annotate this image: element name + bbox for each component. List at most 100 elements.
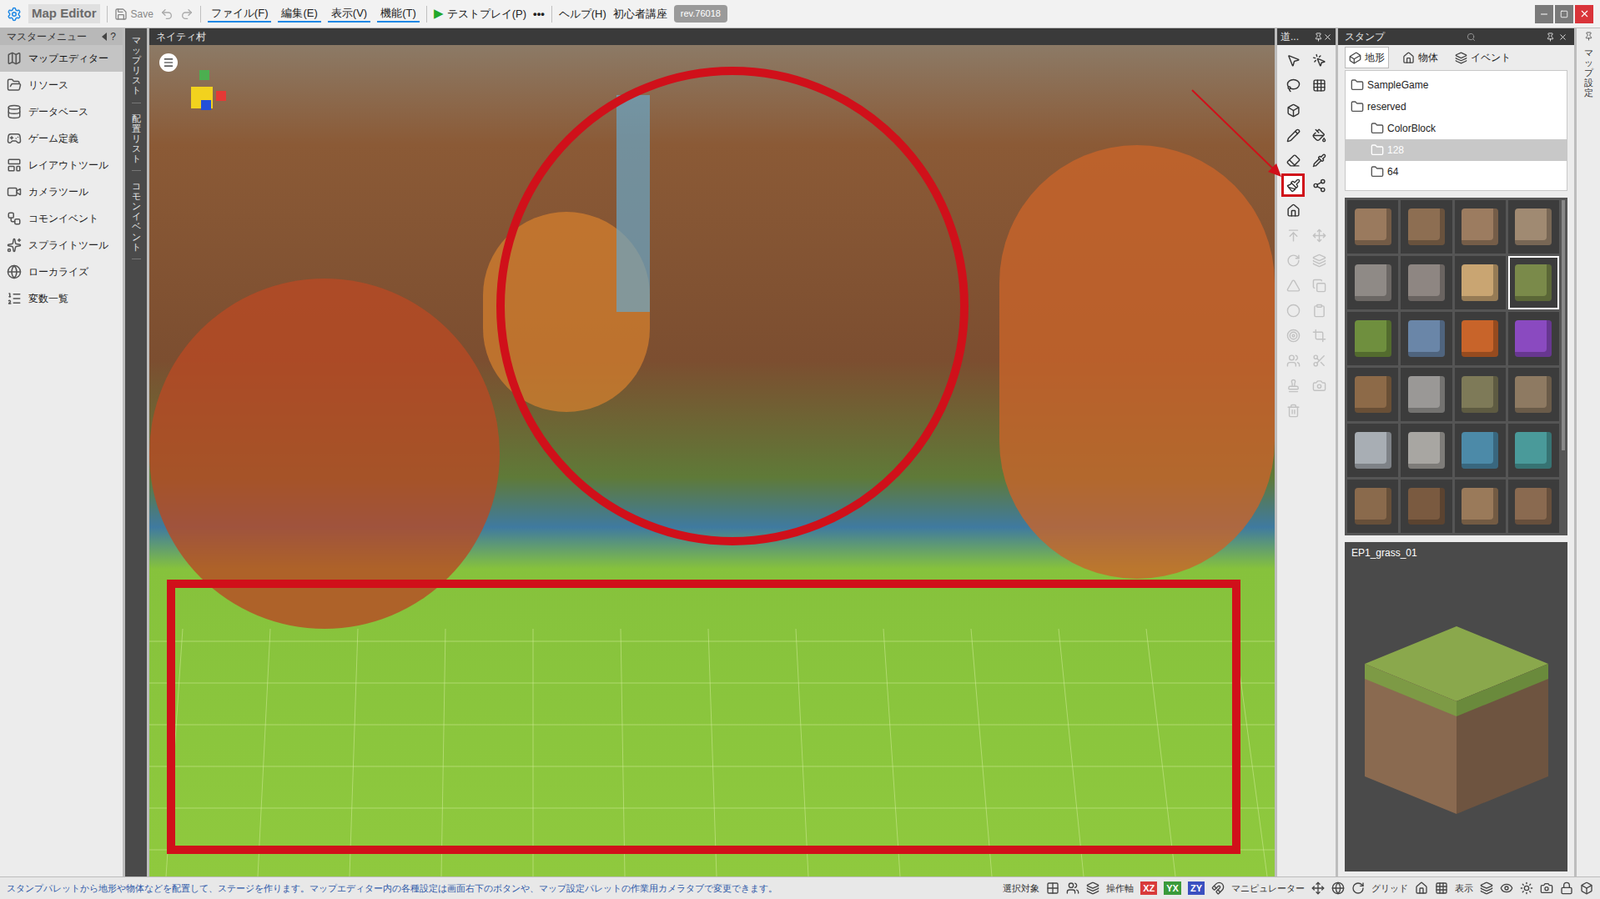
tile-swatch[interactable]: [1400, 423, 1452, 478]
palette-scrollbar[interactable]: [1561, 200, 1565, 451]
tile-swatch[interactable]: [1400, 367, 1452, 422]
select-object-icon[interactable]: [1066, 881, 1080, 896]
side-tab[interactable]: コモンイベント: [131, 181, 141, 260]
menu-item[interactable]: 表示(V): [327, 5, 371, 24]
master-menu-item[interactable]: マップエディター: [0, 45, 123, 72]
axis-button[interactable]: YX: [1163, 881, 1182, 896]
undo-icon[interactable]: [160, 7, 174, 21]
tile-swatch[interactable]: [1454, 367, 1506, 422]
axis-button[interactable]: XZ: [1140, 881, 1158, 896]
tool-button[interactable]: [1307, 273, 1331, 297]
select-terrain-icon[interactable]: [1046, 881, 1060, 896]
eye-icon[interactable]: [1499, 881, 1514, 896]
tile-swatch[interactable]: [1508, 256, 1560, 310]
tool-button[interactable]: [1281, 373, 1305, 398]
tool-button[interactable]: [1281, 223, 1305, 247]
collapse-icon[interactable]: [101, 32, 107, 41]
side-tab[interactable]: マップリスト: [131, 35, 141, 104]
tile-swatch[interactable]: [1347, 200, 1399, 254]
redo-icon[interactable]: [180, 7, 194, 21]
tree-item[interactable]: reserved: [1345, 95, 1567, 118]
tool-button[interactable]: [1307, 148, 1331, 172]
tool-button[interactable]: [1307, 248, 1331, 272]
view-menu-button[interactable]: [159, 53, 178, 72]
globe-icon[interactable]: [1331, 881, 1345, 896]
tile-swatch[interactable]: [1347, 423, 1399, 478]
tile-swatch[interactable]: [1454, 479, 1506, 534]
axis-gizmo[interactable]: [182, 70, 233, 121]
tool-button[interactable]: [1281, 348, 1305, 373]
master-menu-item[interactable]: リソース: [0, 71, 123, 99]
tree-item[interactable]: ColorBlock: [1345, 117, 1567, 140]
tool-button[interactable]: [1307, 173, 1331, 197]
sun-icon[interactable]: [1519, 881, 1534, 896]
manipulator-icon[interactable]: [1211, 881, 1225, 896]
test-play-button[interactable]: ▶テストプレイ(P): [433, 4, 527, 24]
grid-icon[interactable]: [1434, 881, 1449, 896]
tool-button[interactable]: [1307, 48, 1331, 72]
pin-icon[interactable]: [1313, 32, 1324, 42]
tile-swatch[interactable]: [1400, 200, 1452, 254]
tile-swatch[interactable]: [1347, 367, 1399, 422]
tool-button[interactable]: [1281, 248, 1305, 272]
master-menu-item[interactable]: スプライトツール: [0, 231, 123, 259]
more-button[interactable]: •••: [533, 5, 545, 23]
tile-swatch[interactable]: [1400, 256, 1452, 310]
tool-button[interactable]: [1281, 298, 1305, 323]
tree-item[interactable]: SampleGame: [1345, 74, 1567, 96]
tool-button[interactable]: [1307, 223, 1331, 247]
close-icon[interactable]: [1323, 32, 1333, 42]
tool-button[interactable]: [1281, 148, 1305, 172]
axis-button[interactable]: ZY: [1187, 881, 1205, 896]
tool-button[interactable]: [1281, 123, 1305, 147]
map-settings-tab[interactable]: マップ設定: [1584, 47, 1594, 98]
scene-view[interactable]: [149, 45, 1275, 877]
master-menu-item[interactable]: ゲーム定義: [0, 125, 123, 152]
help-button[interactable]: ?: [110, 29, 116, 45]
lock-icon[interactable]: [1559, 881, 1574, 896]
tile-swatch[interactable]: [1454, 311, 1506, 366]
tile-swatch[interactable]: [1454, 256, 1506, 310]
tool-button[interactable]: [1281, 98, 1305, 122]
tile-swatch[interactable]: [1508, 479, 1560, 534]
pin-icon[interactable]: [1545, 32, 1555, 42]
rotate-icon[interactable]: [1351, 881, 1365, 896]
maximize-button[interactable]: [1554, 5, 1574, 24]
save-button[interactable]: Save: [114, 6, 154, 22]
menu-item[interactable]: 編集(E): [277, 5, 321, 24]
tile-swatch[interactable]: [1508, 200, 1560, 254]
tool-button[interactable]: [1281, 323, 1305, 348]
menu-item[interactable]: 機能(T): [377, 5, 420, 24]
close-button[interactable]: [1574, 5, 1594, 24]
tile-swatch[interactable]: [1347, 479, 1399, 534]
tool-button[interactable]: [1281, 198, 1305, 222]
select-all-icon[interactable]: [1086, 881, 1100, 896]
tool-button[interactable]: [1307, 123, 1331, 147]
tool-button[interactable]: [1307, 323, 1331, 348]
tool-button[interactable]: [1281, 398, 1305, 423]
stamp-tab[interactable]: イベント: [1451, 47, 1515, 68]
tree-item[interactable]: 64: [1345, 161, 1567, 183]
stamp-tab[interactable]: 地形: [1344, 46, 1389, 69]
master-menu-item[interactable]: データベース: [0, 98, 123, 126]
pin-icon[interactable]: [1584, 31, 1594, 41]
tool-button[interactable]: [1281, 273, 1305, 297]
tree-item[interactable]: 128: [1345, 139, 1567, 162]
tile-swatch[interactable]: [1400, 311, 1452, 366]
close-icon[interactable]: [1558, 32, 1568, 42]
stamp-tab[interactable]: 物体: [1398, 47, 1442, 68]
tile-swatch[interactable]: [1508, 367, 1560, 422]
tutorial-menu[interactable]: 初心者講座: [613, 5, 668, 23]
tool-button[interactable]: [1281, 73, 1305, 97]
camera-icon[interactable]: [1539, 881, 1554, 896]
tool-button[interactable]: [1307, 348, 1331, 373]
tile-swatch[interactable]: [1400, 479, 1452, 534]
master-menu-item[interactable]: コモンイベント: [0, 205, 123, 232]
menu-item[interactable]: ファイル(F): [207, 5, 272, 24]
tool-button[interactable]: [1281, 173, 1305, 197]
tool-button[interactable]: [1307, 298, 1331, 323]
tile-swatch[interactable]: [1508, 311, 1560, 366]
tile-swatch[interactable]: [1454, 200, 1506, 254]
layers-icon[interactable]: [1479, 881, 1494, 896]
search-icon[interactable]: [1466, 32, 1476, 42]
